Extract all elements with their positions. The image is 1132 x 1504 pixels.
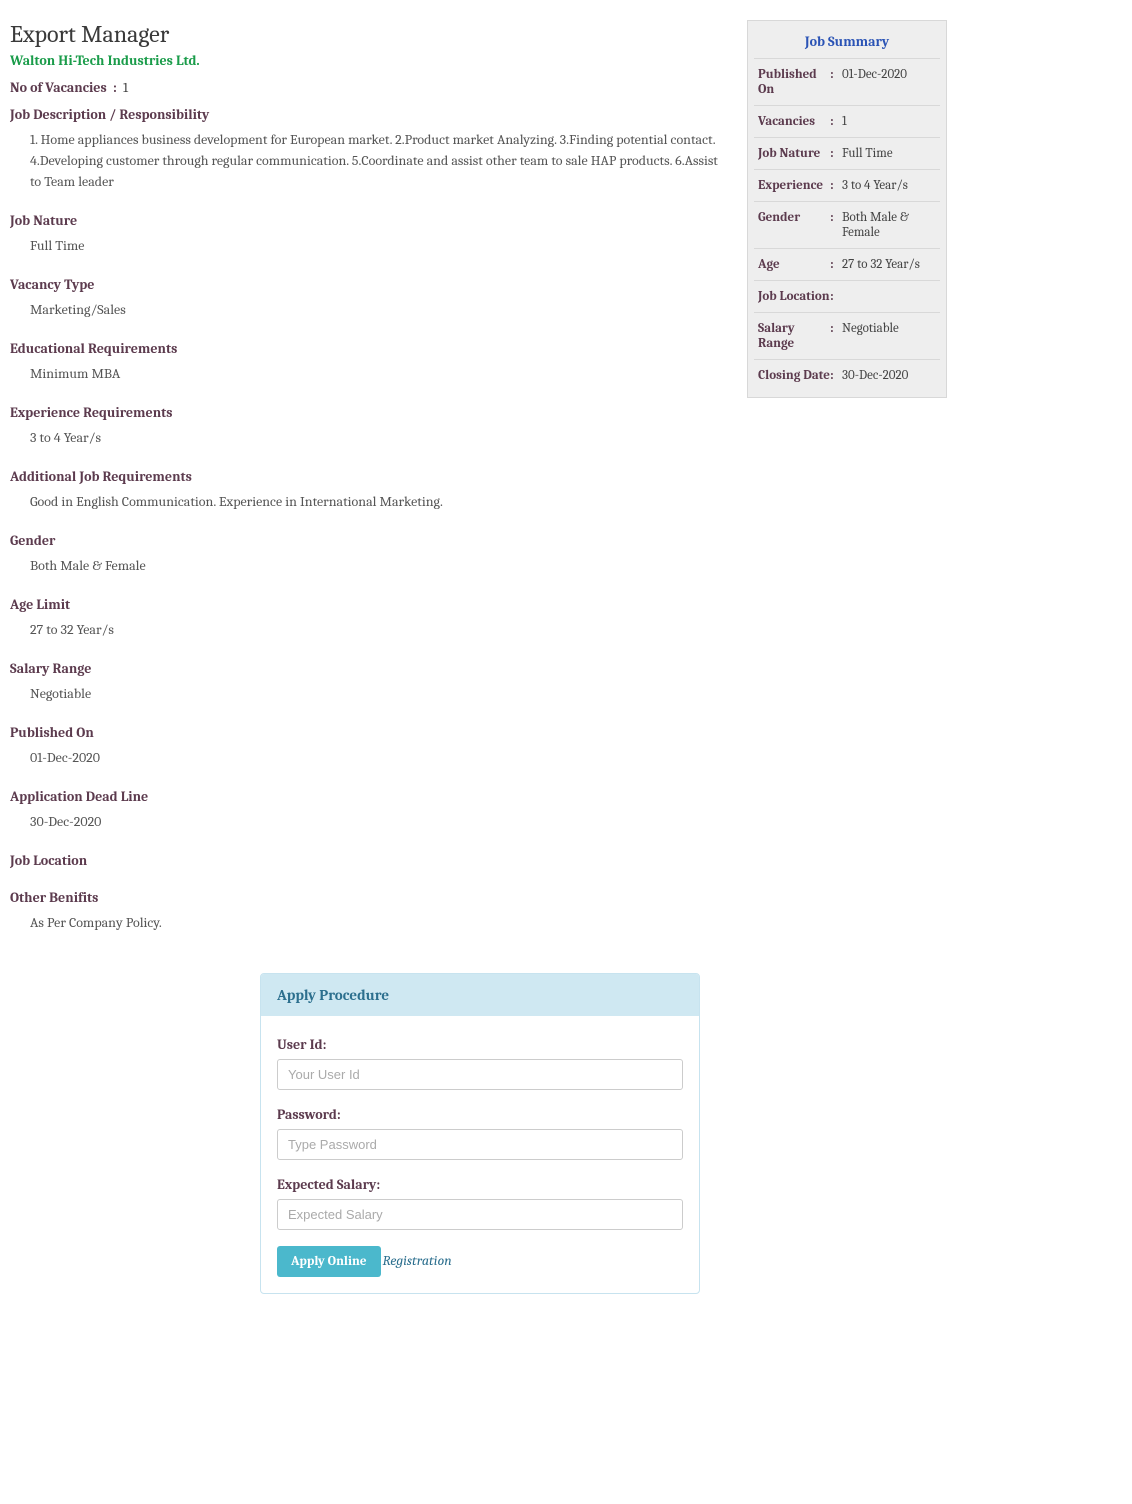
vacancies-value: 1 (123, 79, 128, 96)
expected-salary-label: Expected Salary: (277, 1176, 683, 1193)
summary-label: Closing Date (758, 368, 830, 383)
section-body-deadline: 30-Dec-2020 (10, 811, 730, 832)
summary-value (842, 289, 936, 304)
summary-value: 3 to 4 Year/s (842, 178, 936, 193)
summary-value: Negotiable (842, 321, 936, 351)
summary-label: Job Nature (758, 146, 830, 161)
summary-label: Experience (758, 178, 830, 193)
section-body-age: 27 to 32 Year/s (10, 619, 730, 640)
summary-label: Vacancies (758, 114, 830, 129)
section-body-description: 1. Home appliances business development … (10, 129, 730, 192)
company-name: Walton Hi-Tech Industries Ltd. (10, 52, 730, 69)
summary-value: 27 to 32 Year/s (842, 257, 936, 272)
summary-row-nature: Job Nature : Full Time (754, 137, 940, 169)
summary-row-published: Published On : 01-Dec-2020 (754, 58, 940, 105)
summary-value: 01-Dec-2020 (842, 67, 936, 97)
section-body-benefits: As Per Company Policy. (10, 912, 730, 933)
section-heading-experience: Experience Requirements (10, 404, 730, 421)
summary-row-vacancies: Vacancies : 1 (754, 105, 940, 137)
apply-online-button[interactable]: Apply Online (277, 1246, 381, 1277)
summary-value: Both Male & Female (842, 210, 936, 240)
section-heading-benefits: Other Benifits (10, 889, 730, 906)
summary-label: Age (758, 257, 830, 272)
summary-row-location: Job Location : (754, 280, 940, 312)
section-heading-deadline: Application Dead Line (10, 788, 730, 805)
section-heading-additional: Additional Job Requirements (10, 468, 730, 485)
summary-label: Published On (758, 67, 830, 97)
section-body-experience: 3 to 4 Year/s (10, 427, 730, 448)
summary-value: 30-Dec-2020 (842, 368, 936, 383)
summary-row-gender: Gender : Both Male & Female (754, 201, 940, 248)
summary-label: Gender (758, 210, 830, 240)
user-id-label: User Id: (277, 1036, 683, 1053)
expected-salary-input[interactable] (277, 1199, 683, 1230)
section-body-additional: Good in English Communication. Experienc… (10, 491, 730, 512)
job-summary-panel: Job Summary Published On : 01-Dec-2020 V… (747, 20, 947, 398)
summary-value: 1 (842, 114, 936, 129)
section-body-education: Minimum MBA (10, 363, 730, 384)
apply-procedure-header: Apply Procedure (261, 974, 699, 1016)
section-body-gender: Both Male & Female (10, 555, 730, 576)
section-heading-nature: Job Nature (10, 212, 730, 229)
job-title: Export Manager (10, 20, 730, 48)
job-summary-title: Job Summary (754, 27, 940, 58)
section-heading-age: Age Limit (10, 596, 730, 613)
section-heading-published: Published On (10, 724, 730, 741)
section-heading-salary: Salary Range (10, 660, 730, 677)
summary-label: Salary Range (758, 321, 830, 351)
section-body-nature: Full Time (10, 235, 730, 256)
summary-value: Full Time (842, 146, 936, 161)
summary-row-closing: Closing Date : 30-Dec-2020 (754, 359, 940, 391)
password-label: Password: (277, 1106, 683, 1123)
section-heading-description: Job Description / Responsibility (10, 106, 730, 123)
summary-row-salary: Salary Range : Negotiable (754, 312, 940, 359)
summary-row-age: Age : 27 to 32 Year/s (754, 248, 940, 280)
vacancies-label: No of Vacancies (10, 79, 107, 96)
section-body-salary: Negotiable (10, 683, 730, 704)
section-heading-vtype: Vacancy Type (10, 276, 730, 293)
user-id-input[interactable] (277, 1059, 683, 1090)
section-heading-location: Job Location (10, 852, 730, 869)
section-heading-education: Educational Requirements (10, 340, 730, 357)
section-heading-gender: Gender (10, 532, 730, 549)
summary-label: Job Location (758, 289, 830, 304)
section-body-published: 01-Dec-2020 (10, 747, 730, 768)
password-input[interactable] (277, 1129, 683, 1160)
registration-link[interactable]: Registration (383, 1252, 452, 1269)
section-body-vtype: Marketing/Sales (10, 299, 730, 320)
apply-procedure-panel: Apply Procedure User Id: Password: Expec… (260, 973, 700, 1294)
vacancies-line: No of Vacancies : 1 (10, 79, 730, 96)
summary-row-experience: Experience : 3 to 4 Year/s (754, 169, 940, 201)
